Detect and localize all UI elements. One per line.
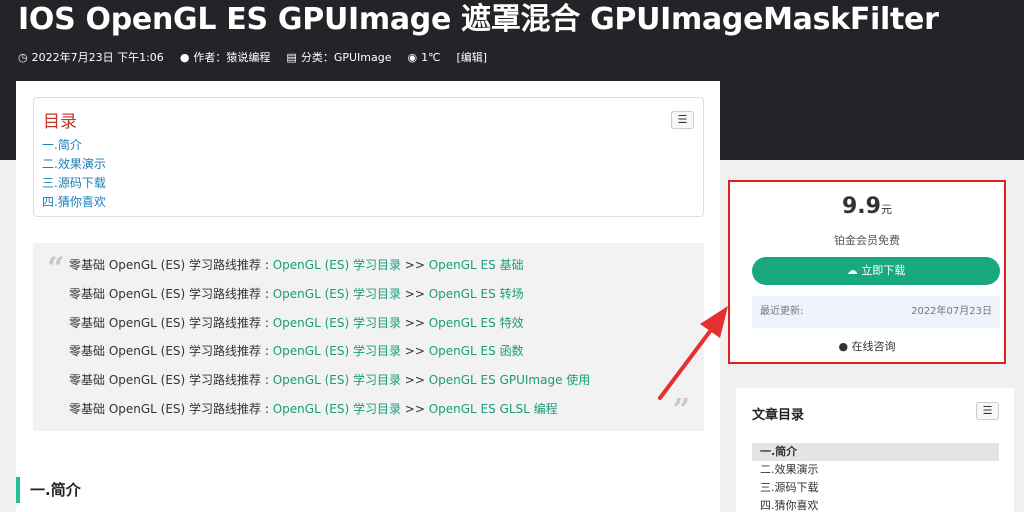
eye-icon: ◉ [407, 50, 418, 64]
download-button[interactable]: ☁ 立即下载 [752, 257, 1000, 285]
section-heading: 一.简介 [16, 477, 81, 503]
quote-line: 零基础 OpenGL (ES) 学习路线推荐 : OpenGL (ES) 学习目… [69, 315, 524, 330]
cloud-download-icon: ☁ [846, 264, 858, 277]
sidebar-toc-item[interactable]: 二.效果演示 [752, 461, 999, 479]
toc-item[interactable]: 二.效果演示 [42, 155, 106, 174]
quote-line: 零基础 OpenGL (ES) 学习路线推荐 : OpenGL (ES) 学习目… [69, 258, 524, 272]
post-author[interactable]: ● 作者：猿说编程 [180, 49, 271, 65]
toc-item[interactable]: 三.源码下载 [42, 174, 106, 193]
qq-icon: ● [838, 340, 849, 353]
quote-line: 零基础 OpenGL (ES) 学习路线推荐 : OpenGL (ES) 学习目… [69, 401, 558, 416]
post-date: ◷ 2022年7月23日 下午1:06 [18, 50, 164, 65]
sidebar-toc-toggle-button[interactable]: ☰ [976, 402, 999, 420]
learning-directory-link[interactable]: OpenGL (ES) 学习目录 [273, 373, 401, 387]
topic-link[interactable]: OpenGL ES 特效 [429, 316, 524, 330]
vip-free-note: 铂金会员免费 [834, 234, 900, 247]
clock-icon: ◷ [18, 50, 28, 64]
sidebar-toc-item[interactable]: 四.猜你喜欢 [752, 497, 999, 512]
topic-link[interactable]: OpenGL ES 函数 [429, 344, 524, 358]
folder-icon: ▤ [286, 50, 297, 64]
toc-title: 目录 [43, 112, 77, 132]
sidebar-toc-item[interactable]: 一.简介 [752, 443, 999, 461]
online-consult-link[interactable]: ● 在线咨询 [730, 338, 1004, 354]
edit-link[interactable]: [编辑] [456, 49, 487, 65]
price: 9.9元 [842, 194, 892, 219]
learning-directory-link[interactable]: OpenGL (ES) 学习目录 [273, 316, 401, 330]
post-views: ◉ 1℃ [407, 50, 441, 64]
blockquote: “ 零基础 OpenGL (ES) 学习路线推荐 : OpenGL (ES) 学… [33, 243, 704, 431]
last-updated: 最近更新: 2022年07月23日 [752, 296, 1000, 328]
topic-link[interactable]: OpenGL ES 基础 [429, 258, 524, 272]
sidebar-toc-title: 文章目录 [752, 408, 805, 423]
list-icon: ☰ [982, 404, 993, 417]
learning-directory-link[interactable]: OpenGL (ES) 学习目录 [273, 287, 401, 301]
list-icon: ☰ [677, 113, 688, 126]
sidebar-toc-list: 一.简介 二.效果演示 三.源码下载 四.猜你喜欢 [752, 443, 999, 512]
sidebar-toc-item[interactable]: 三.源码下载 [752, 479, 999, 497]
learning-directory-link[interactable]: OpenGL (ES) 学习目录 [273, 258, 401, 272]
table-of-contents: 目录 ☰ 一.简介 二.效果演示 三.源码下载 四.猜你喜欢 [33, 97, 704, 217]
post-meta: ◷ 2022年7月23日 下午1:06 ● 作者：猿说编程 ▤ 分类：GPUImage… [18, 49, 487, 65]
quote-close-icon: ” [672, 393, 690, 428]
sidebar-toc: 文章目录 ☰ 一.简介 二.效果演示 三.源码下载 四.猜你喜欢 [736, 388, 1014, 512]
article-body: 目录 ☰ 一.简介 二.效果演示 三.源码下载 四.猜你喜欢 “ 零基础 Ope… [16, 81, 720, 512]
learning-directory-link[interactable]: OpenGL (ES) 学习目录 [273, 402, 401, 416]
quote-open-icon: “ [47, 251, 65, 286]
toc-list: 一.简介 二.效果演示 三.源码下载 四.猜你喜欢 [42, 136, 106, 212]
download-card: 9.9元 铂金会员免费 ☁ 立即下载 最近更新: 2022年07月23日 ● 在线… [728, 180, 1006, 364]
topic-link[interactable]: OpenGL ES 转场 [429, 287, 524, 301]
post-category[interactable]: ▤ 分类：GPUImage [286, 49, 391, 65]
learning-directory-link[interactable]: OpenGL (ES) 学习目录 [273, 344, 401, 358]
toc-item[interactable]: 四.猜你喜欢 [42, 193, 106, 212]
user-icon: ● [179, 50, 190, 64]
toc-toggle-button[interactable]: ☰ [671, 111, 694, 129]
quote-lines: 零基础 OpenGL (ES) 学习路线推荐 : OpenGL (ES) 学习目… [69, 251, 590, 424]
topic-link[interactable]: OpenGL ES GLSL 编程 [429, 402, 558, 416]
topic-link[interactable]: OpenGL ES GPUImage 使用 [429, 373, 591, 387]
quote-line: 零基础 OpenGL (ES) 学习路线推荐 : OpenGL (ES) 学习目… [69, 286, 524, 301]
post-title: IOS OpenGL ES GPUImage 遮罩混合 GPUImageMask… [18, 2, 939, 37]
quote-line: 零基础 OpenGL (ES) 学习路线推荐 : OpenGL (ES) 学习目… [69, 373, 591, 388]
quote-line: 零基础 OpenGL (ES) 学习路线推荐 : OpenGL (ES) 学习目… [69, 344, 524, 359]
toc-item[interactable]: 一.简介 [42, 136, 106, 155]
